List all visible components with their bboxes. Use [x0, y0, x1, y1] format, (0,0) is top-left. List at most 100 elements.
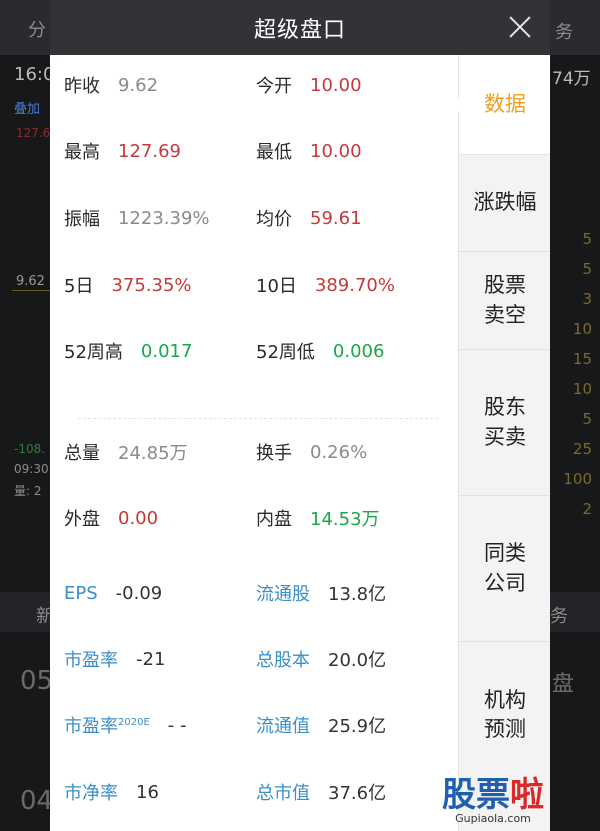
quote-row: 市盈率 -21 总股本 20.0亿 [50, 639, 458, 679]
bg-time: 16:0 [14, 64, 55, 85]
quote-cell[interactable]: 总市值 37.6亿 [256, 779, 386, 805]
bg-qty: 5 [582, 410, 592, 428]
quote-cell: 最高 127.69 [64, 138, 181, 164]
field-label: 今开 [256, 76, 292, 97]
section-divider [78, 418, 438, 419]
quote-row: 市盈率2020E - - 流通值 25.9亿 [50, 705, 458, 745]
quote-cell[interactable]: 总股本 20.0亿 [256, 646, 386, 672]
field-value: 59.61 [310, 207, 362, 229]
field-value: 25.9亿 [328, 716, 387, 737]
quote-row: EPS -0.09 流通股 13.8亿 [50, 573, 458, 613]
bg-right-top: 74万 [552, 69, 591, 89]
bg-qty: 3 [582, 290, 592, 308]
field-label: 换手 [256, 443, 292, 464]
field-label-sup: 2020E [118, 717, 150, 728]
quote-cell[interactable]: EPS -0.09 [64, 583, 162, 604]
super-quote-dialog: 超级盘口 昨收 9.62 今开 10.00 最高 127.69 最低 10.00 振幅 1… [50, 0, 550, 831]
bg-disk: 盘 [552, 672, 575, 697]
sidebar-item-short-sell[interactable]: 股票 卖空 [459, 252, 550, 350]
quote-cell[interactable]: 市净率 16 [64, 779, 159, 805]
field-value: 24.85万 [118, 443, 188, 464]
bg-neg: -108. [14, 442, 46, 456]
watermark-logo: 股票啦 [442, 778, 544, 812]
bg-right-column: 5 5 3 10 15 10 5 25 100 2 [563, 230, 592, 518]
quote-row: 昨收 9.62 今开 10.00 [50, 65, 458, 105]
quote-cell: 52周低 0.006 [256, 338, 384, 364]
bg-badge: 叠加 [14, 102, 41, 117]
field-label[interactable]: 市净率 [64, 779, 118, 805]
field-label[interactable]: 市盈率 [64, 646, 118, 672]
quote-row: 外盘 0.00 内盘 14.53万 [50, 498, 458, 538]
field-value: 37.6亿 [328, 783, 387, 804]
bg-qty: 25 [572, 440, 592, 458]
field-label: 内盘 [256, 509, 292, 530]
bg-tab-left: 分 [28, 20, 46, 41]
watermark-text-red: 啦 [510, 775, 544, 815]
field-value: 10.00 [310, 140, 362, 162]
field-label: 外盘 [64, 509, 100, 530]
quote-cell: 振幅 1223.39% [64, 205, 210, 231]
field-label[interactable]: 流通值 [256, 712, 310, 738]
dialog-header: 超级盘口 [50, 0, 550, 55]
quote-cell: 均价 59.61 [256, 205, 362, 231]
bg-qty: 15 [572, 350, 592, 368]
bg-qty: 100 [563, 470, 592, 488]
field-label[interactable]: 总市值 [256, 779, 310, 805]
bg-qty: 5 [582, 230, 592, 248]
watermark-text-blue: 股票 [442, 775, 510, 815]
quote-cell[interactable]: 市盈率 -21 [64, 646, 165, 672]
quote-row: 总量 24.85万 换手 0.26% [50, 432, 458, 472]
quote-cell: 今开 10.00 [256, 72, 362, 98]
quote-row: 振幅 1223.39% 均价 59.61 [50, 198, 458, 238]
sidebar-item-data[interactable]: 数据 [459, 55, 550, 155]
quote-cell: 10日 389.70% [256, 272, 395, 298]
dialog-title: 超级盘口 [253, 17, 346, 43]
field-value: 1223.39% [118, 207, 210, 229]
bg-qty: 10 [572, 320, 592, 338]
quote-cell: 最低 10.00 [256, 138, 362, 164]
quote-cell[interactable]: 流通股 13.8亿 [256, 580, 386, 606]
field-label: 5日 [64, 276, 94, 297]
field-value: 375.35% [111, 274, 192, 296]
quote-row: 5日 375.35% 10日 389.70% [50, 265, 458, 305]
bg-time2: 09:30 [14, 462, 49, 476]
field-label: 昨收 [64, 76, 100, 97]
bg-qty: 10 [572, 380, 592, 398]
bg-tab-right2: 务 [550, 606, 568, 627]
bg-qty: 5 [582, 260, 592, 278]
quote-cell: 昨收 9.62 [64, 72, 158, 98]
field-value: 0.26% [310, 441, 368, 463]
sidebar-item-shareholder-trades[interactable]: 股东 买卖 [459, 350, 550, 496]
field-value: -21 [136, 648, 166, 670]
bg-row-04: 04 [20, 786, 54, 816]
field-value: 14.53万 [310, 509, 380, 530]
close-icon[interactable] [504, 11, 536, 43]
quote-row: 最高 127.69 最低 10.00 [50, 131, 458, 171]
field-label[interactable]: 流通股 [256, 580, 310, 606]
quote-cell: 5日 375.35% [64, 272, 192, 298]
field-value: 127.69 [118, 140, 181, 162]
field-value: 0.006 [332, 340, 385, 362]
bg-price-line [12, 290, 50, 291]
field-value: 10.00 [310, 74, 362, 96]
quote-cell: 外盘 0.00 [64, 505, 158, 531]
quote-cell: 52周高 0.017 [64, 338, 192, 364]
sidebar-item-change[interactable]: 涨跌幅 [459, 155, 550, 252]
quote-cell[interactable]: 市盈率2020E - - [64, 712, 187, 738]
field-label[interactable]: 总股本 [256, 646, 310, 672]
watermark-url: Gupiaola.com [455, 812, 531, 825]
field-label-text: 市盈率 [64, 716, 118, 737]
site-watermark: 股票啦 Gupiaola.com [442, 778, 544, 825]
field-label[interactable]: EPS [64, 583, 98, 604]
bg-price-base: 9.62 [16, 274, 45, 289]
field-label[interactable]: 市盈率2020E [64, 712, 150, 738]
bg-vol: 量: 2 [14, 484, 42, 498]
quote-row: 市净率 16 总市值 37.6亿 [50, 772, 458, 812]
sidebar-item-peer-companies[interactable]: 同类 公司 [459, 496, 550, 642]
field-value: -0.09 [115, 582, 163, 604]
quote-cell: 总量 24.85万 [64, 439, 188, 465]
sidebar-item-institution-forecast[interactable]: 机构 预测 [459, 642, 550, 788]
field-label: 52周高 [64, 342, 123, 363]
field-value: 20.0亿 [328, 650, 387, 671]
quote-cell[interactable]: 流通值 25.9亿 [256, 712, 386, 738]
